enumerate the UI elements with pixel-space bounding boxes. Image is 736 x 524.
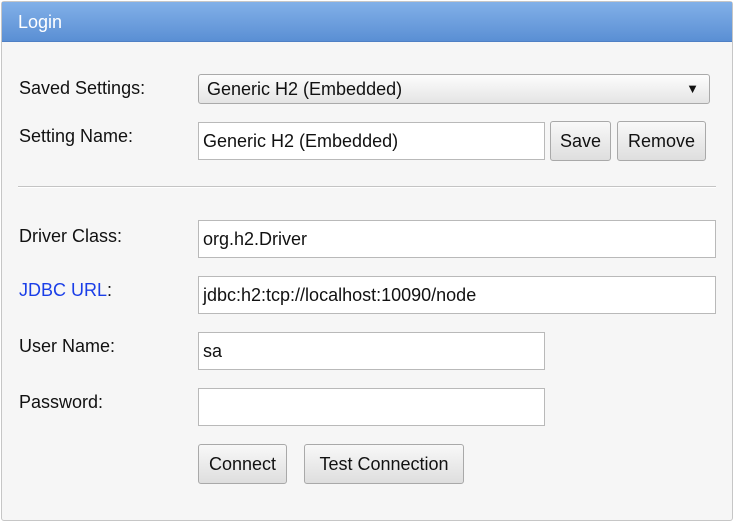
saved-settings-select[interactable]: Generic H2 (Embedded) ▼: [198, 74, 710, 104]
test-connection-button[interactable]: Test Connection: [304, 444, 464, 484]
saved-settings-label: Saved Settings:: [19, 78, 146, 98]
jdbc-url-help-link[interactable]: JDBC URL: [19, 280, 107, 300]
driver-class-label: Driver Class:: [19, 226, 123, 246]
save-button[interactable]: Save: [550, 121, 611, 161]
password-input[interactable]: [198, 388, 545, 426]
login-title: Login: [2, 2, 732, 42]
setting-name-label: Setting Name:: [19, 126, 134, 146]
section-divider: [18, 186, 716, 188]
remove-button[interactable]: Remove: [617, 121, 706, 161]
saved-settings-value: Generic H2 (Embedded): [207, 79, 403, 99]
login-panel: Login Saved Settings: Generic H2 (Embedd…: [1, 1, 733, 521]
jdbc-url-label-suffix: :: [107, 280, 113, 300]
jdbc-url-label: JDBC URL:: [19, 280, 112, 301]
jdbc-url-input[interactable]: jdbc:h2:tcp://localhost:10090/node: [198, 276, 716, 314]
password-label: Password:: [19, 392, 104, 412]
user-name-input[interactable]: sa: [198, 332, 545, 370]
user-name-label: User Name:: [19, 336, 116, 356]
driver-class-input[interactable]: org.h2.Driver: [198, 220, 716, 258]
setting-name-input[interactable]: Generic H2 (Embedded): [198, 122, 545, 160]
connect-button[interactable]: Connect: [198, 444, 287, 484]
dropdown-arrow-icon: ▼: [686, 81, 699, 96]
